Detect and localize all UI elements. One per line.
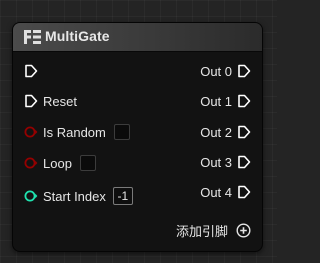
out-2-exec-pin-icon[interactable] [237, 125, 251, 139]
loop-bool-pin-icon[interactable] [24, 156, 38, 170]
out-3-label: Out 3 [200, 154, 232, 170]
input-reset-row[interactable]: Reset [24, 91, 77, 111]
start-index-int-pin-icon[interactable] [24, 189, 38, 203]
out-1-label: Out 1 [200, 93, 232, 109]
out-3-exec-pin-icon[interactable] [237, 155, 251, 169]
out-4-exec-pin-icon[interactable] [237, 185, 251, 199]
out-2-label: Out 2 [200, 124, 232, 140]
input-exec-row[interactable] [24, 61, 43, 81]
output-out-0-row[interactable]: Out 0 [200, 61, 251, 81]
is-random-bool-pin-icon[interactable] [24, 125, 38, 139]
out-0-label: Out 0 [200, 63, 232, 79]
output-out-1-row[interactable]: Out 1 [200, 91, 251, 111]
loop-label: Loop [43, 155, 72, 171]
start-index-value-field[interactable]: -1 [112, 187, 133, 205]
add-pin-label: 添加引脚 [175, 223, 228, 239]
reset-exec-pin-icon[interactable] [24, 94, 38, 108]
output-out-4-row[interactable]: Out 4 [200, 182, 251, 202]
node-title: MultiGate [45, 28, 110, 44]
loop-checkbox[interactable] [79, 155, 96, 171]
exec-input-pin-icon[interactable] [24, 64, 38, 78]
add-pin-button[interactable]: 添加引脚 [176, 220, 251, 240]
node-header[interactable]: MultiGate [13, 23, 262, 52]
is-random-checkbox[interactable] [113, 124, 130, 140]
start-index-label: Start Index [43, 188, 106, 204]
add-circle-icon[interactable] [236, 222, 251, 238]
multigate-node[interactable]: MultiGate Reset Is Random Loop Start Ind… [12, 22, 263, 252]
out-4-label: Out 4 [200, 184, 232, 200]
output-out-2-row[interactable]: Out 2 [200, 122, 251, 142]
input-is-random-row[interactable]: Is Random [24, 122, 130, 142]
output-out-3-row[interactable]: Out 3 [200, 152, 251, 172]
out-1-exec-pin-icon[interactable] [237, 94, 251, 108]
multigate-flow-icon [24, 30, 41, 44]
input-loop-row[interactable]: Loop [24, 153, 96, 173]
is-random-label: Is Random [43, 124, 106, 140]
reset-label: Reset [43, 93, 77, 109]
input-start-index-row[interactable]: Start Index -1 [24, 186, 133, 206]
out-0-exec-pin-icon[interactable] [237, 64, 251, 78]
